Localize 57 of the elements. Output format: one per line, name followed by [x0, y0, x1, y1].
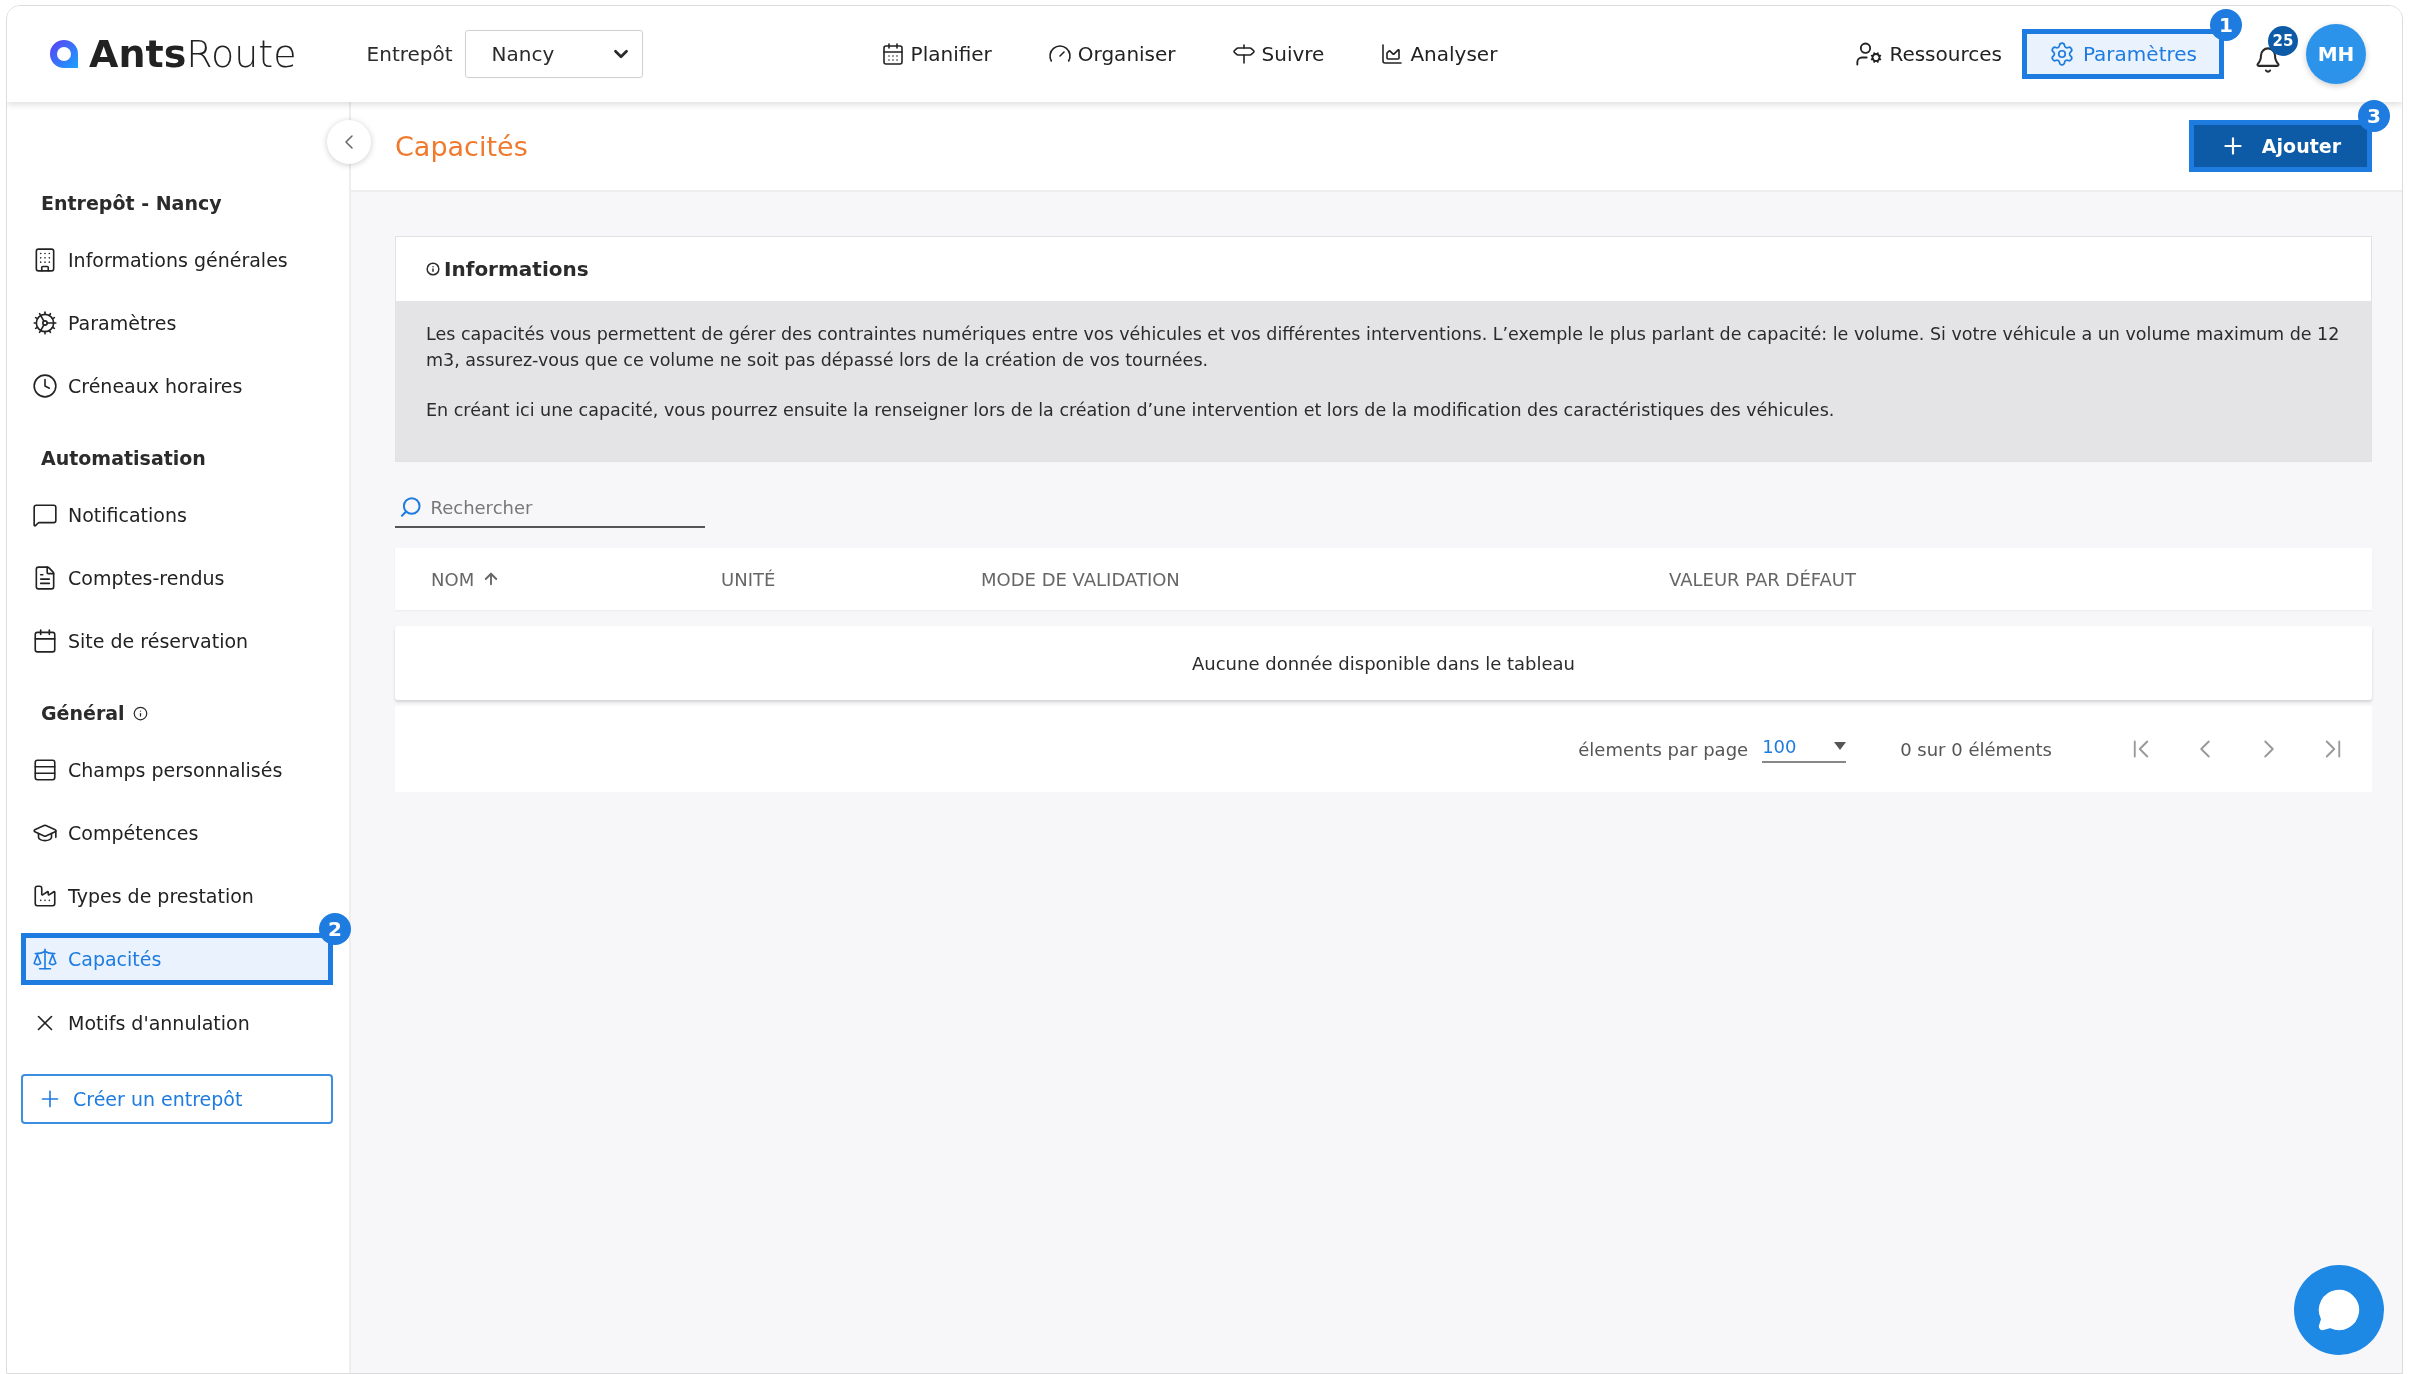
per-page-label: élements par page	[1578, 738, 1749, 760]
sidebar-icon	[32, 309, 58, 336]
column-header[interactable]: MODE DE VALIDATION	[981, 568, 1180, 590]
nav-icon	[1380, 42, 1405, 66]
bell-icon[interactable]	[2254, 46, 2282, 74]
pagination-summary: 0 sur 0 éléments	[1900, 738, 2052, 760]
column-header[interactable]: NOM	[431, 568, 475, 590]
sidebar-item[interactable]: Compétences	[21, 801, 333, 864]
nav-link[interactable]: Organiser	[1047, 42, 1176, 66]
column-header[interactable]: VALEUR PAR DÉFAUT	[1669, 568, 1856, 590]
step-badge: 3	[2358, 100, 2390, 132]
settings-icon	[2048, 41, 2075, 67]
sidebar-icon	[32, 756, 58, 783]
sidebar-item[interactable]: Comptes-rendus	[21, 546, 333, 609]
info-icon	[426, 262, 440, 276]
sidebar-icon	[32, 372, 58, 399]
sidebar-item[interactable]: Champs personnalisés	[21, 738, 333, 801]
logo-icon	[47, 37, 81, 71]
resources-link[interactable]: Ressources	[1855, 40, 2002, 68]
sidebar-item[interactable]: Site de réservation	[21, 609, 333, 672]
search-field[interactable]: Rechercher	[428, 495, 705, 519]
sidebar-item[interactable]: Informations générales	[21, 228, 333, 291]
notification-count: 25	[2268, 26, 2298, 56]
column-header[interactable]: UNITÉ	[721, 568, 776, 590]
sidebar-item[interactable]: Paramètres	[21, 291, 333, 354]
sidebar-icon	[32, 946, 58, 972]
section-title: Général	[41, 702, 125, 724]
nav-icon	[1231, 42, 1256, 66]
info-paragraph: Les capacités vous permettent de gérer des contraintes numériques entre vos véhicules et vos différentes interventions. L’exemple le plus parlant de capacité: le volume. Si votre véhicule a un volume maximum de 12 m3, assurez-vous que ce volume ne soit pas dépassé lors de la création de vos tournées.	[426, 323, 2341, 372]
nav-link[interactable]: Analyser	[1380, 42, 1498, 66]
empty-table-message: Aucune donnée disponible dans le tableau	[395, 626, 2372, 700]
nav-link[interactable]: Suivre	[1231, 42, 1325, 66]
warehouse-select[interactable]: Nancy	[464, 30, 643, 78]
sidebar-icon	[32, 627, 58, 654]
logo-text: AntsRoute	[89, 32, 297, 76]
user-cog-icon	[1855, 40, 1884, 68]
section-title: Automatisation	[41, 447, 206, 469]
collapse-button[interactable]	[327, 120, 371, 164]
page-title: Capacités	[395, 130, 528, 162]
nav-icon	[880, 42, 905, 66]
info-paragraph: En créant ici une capacité, vous pourrez ensuite la renseigner lors de la création d’une intervention et lors de la modification des caractéristiques des véhicules.	[426, 399, 1836, 422]
sidebar-icon	[32, 882, 58, 909]
warehouse-label: Entrepôt	[366, 42, 453, 66]
per-page-select[interactable]: 100	[1762, 735, 1847, 763]
step-badge: 2	[319, 913, 351, 945]
card-title: Informations	[444, 257, 589, 281]
sidebar-item[interactable]: Motifs d'annulation	[21, 991, 333, 1054]
step-badge: 1	[2210, 9, 2242, 41]
chat-bubble-icon	[2317, 1288, 2361, 1332]
caret-icon	[1834, 742, 1847, 750]
sidebar-icon	[32, 501, 58, 528]
sidebar-item[interactable]: Créneaux horaires	[21, 354, 333, 417]
nav-link[interactable]: Planifier	[880, 42, 992, 66]
create-warehouse-button[interactable]: Créer un entrepôt	[21, 1074, 333, 1124]
section-title: Entrepôt - Nancy	[41, 192, 222, 214]
sidebar-item[interactable]: Notifications	[21, 483, 333, 546]
search-icon	[399, 494, 423, 520]
